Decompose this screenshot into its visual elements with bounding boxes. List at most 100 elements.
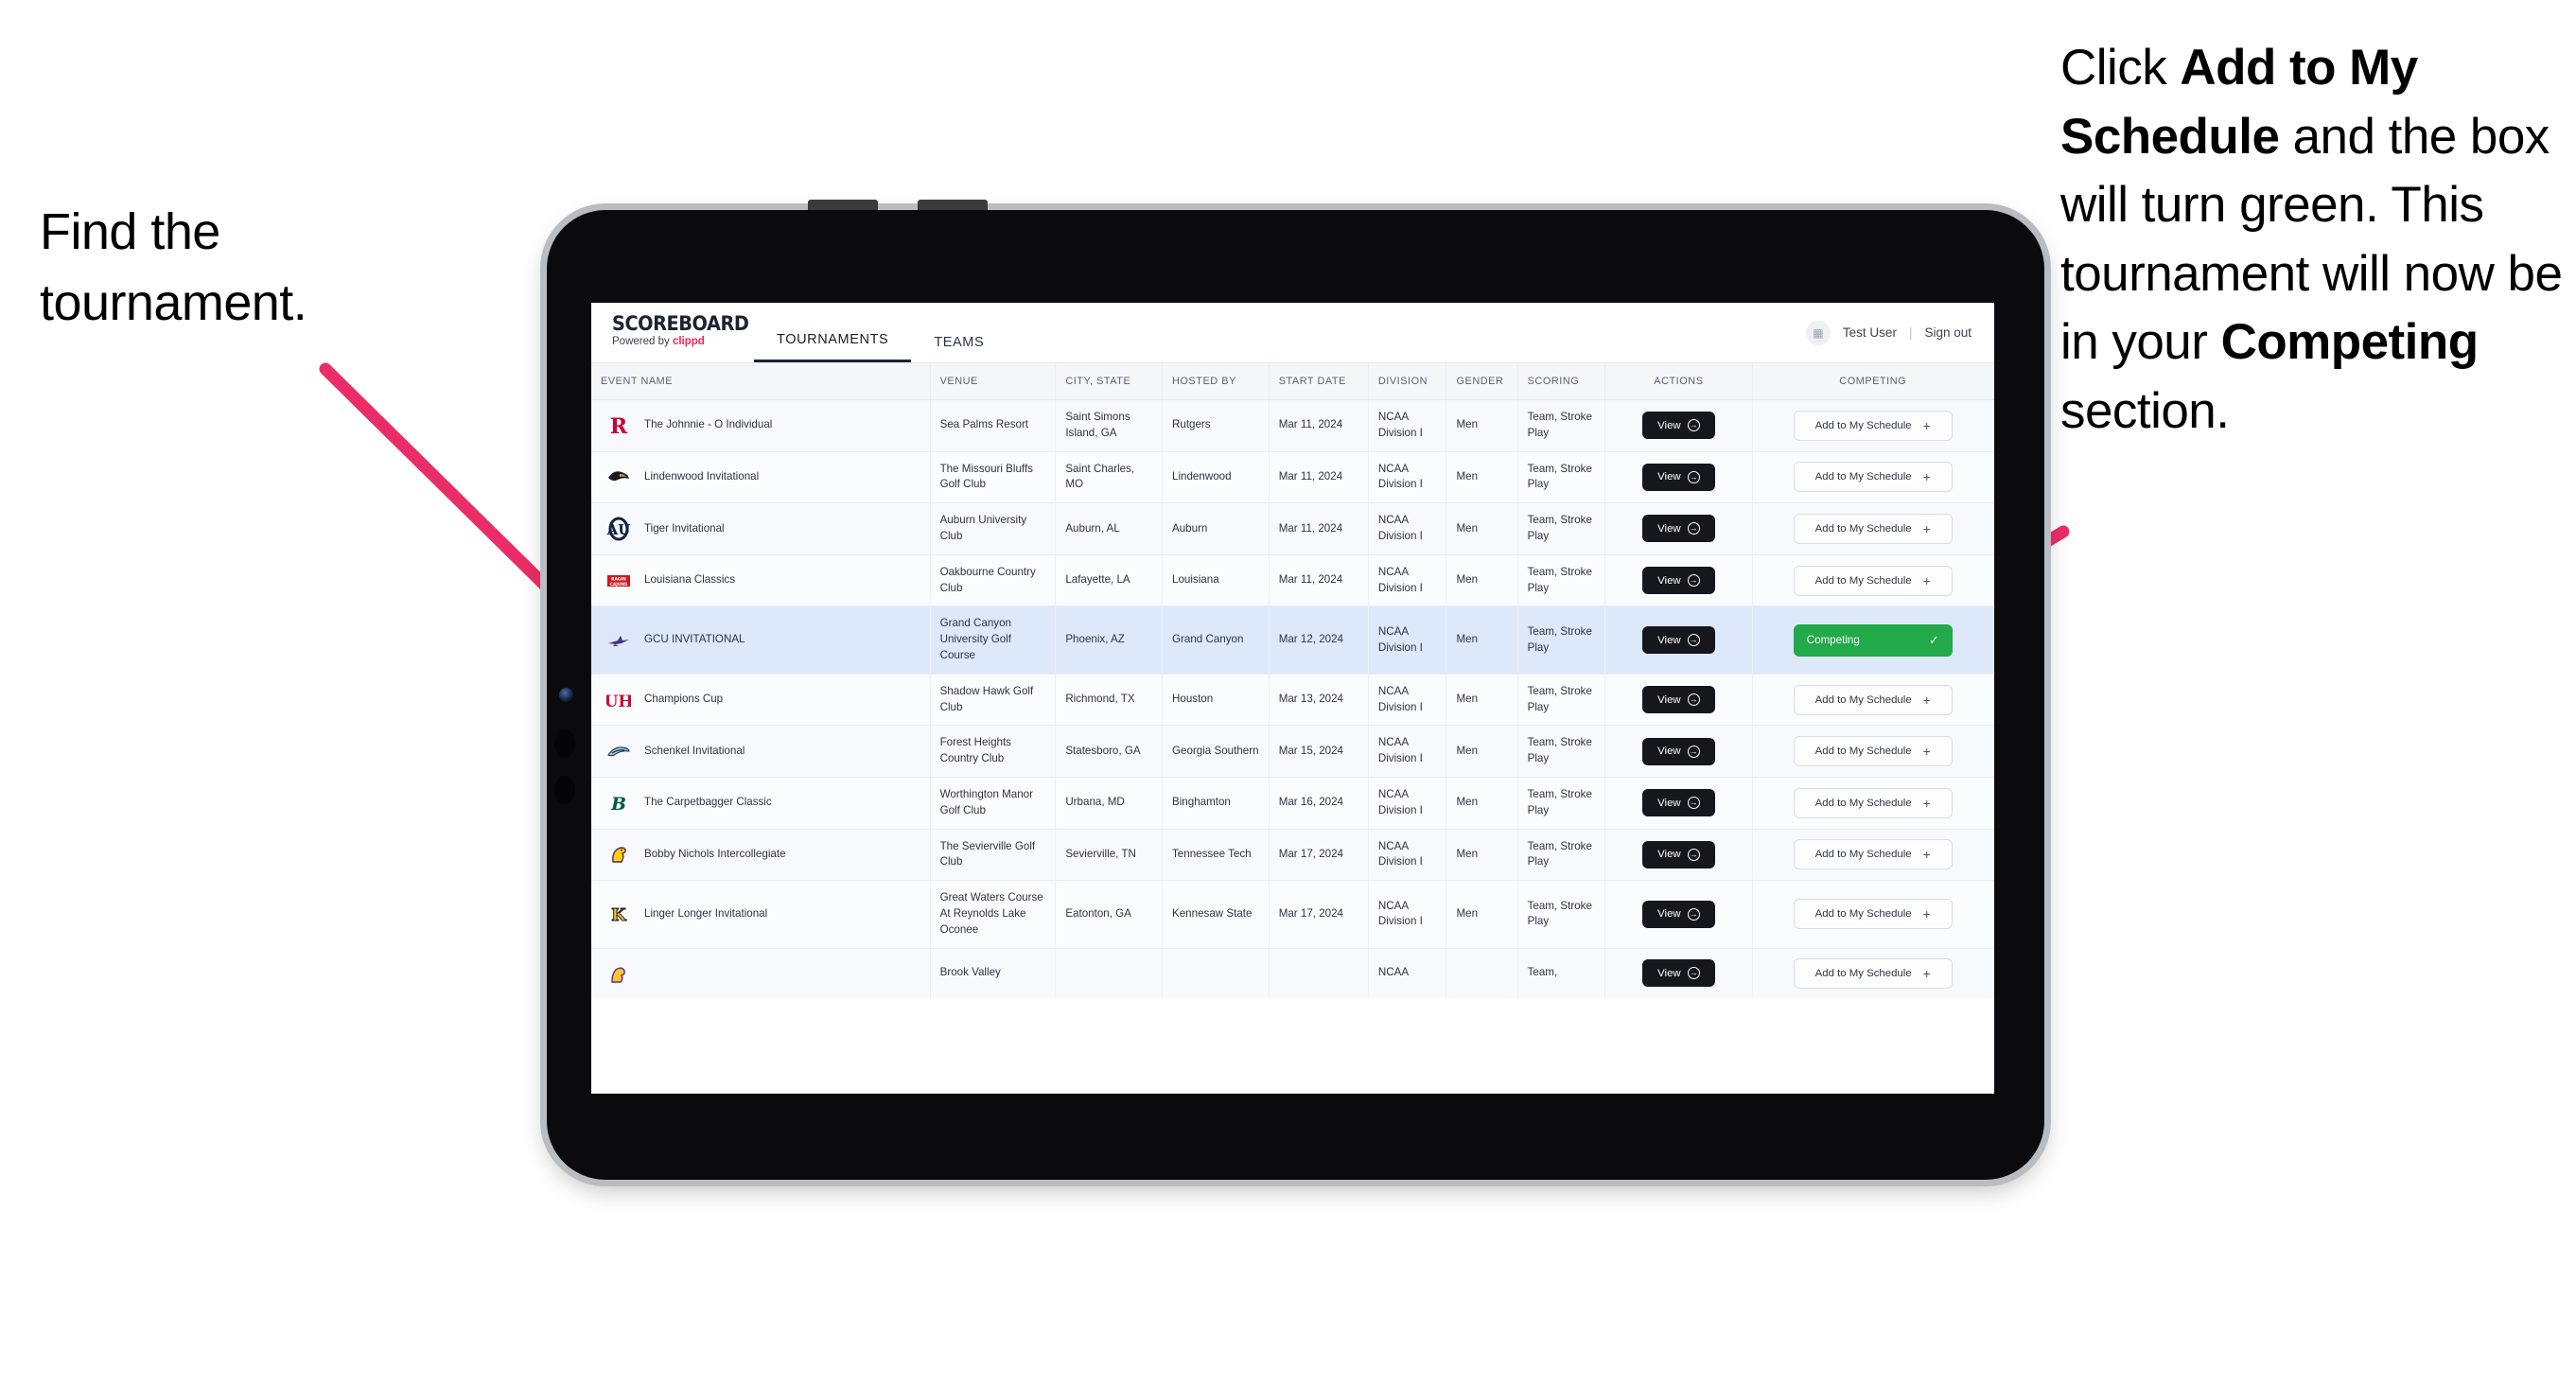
cell-scoring: Team, Stroke Play	[1517, 777, 1606, 830]
cell-actions: View →	[1604, 829, 1753, 882]
cell-start-date: Mar 16, 2024	[1269, 777, 1369, 830]
add-to-my-schedule-button[interactable]: Add to My Schedule +	[1793, 513, 1953, 544]
add-to-my-schedule-button[interactable]: Add to My Schedule +	[1793, 410, 1953, 441]
view-button[interactable]: View →	[1642, 463, 1715, 491]
side-button-lower[interactable]	[554, 776, 575, 804]
cell-event-name: K Linger Longer Invitational	[591, 880, 931, 949]
competing-status-button[interactable]: Competing ✓	[1793, 623, 1953, 657]
cell-competing: Add to My Schedule +	[1752, 829, 1994, 882]
table-row[interactable]: AU Tiger Invitational Auburn University Cl…	[591, 502, 1994, 555]
tab-teams[interactable]: TEAMS	[911, 335, 1007, 363]
tournaments-table: EVENT NAME VENUE CITY, STATE HOSTED BY S…	[591, 363, 1994, 998]
view-button[interactable]: View →	[1642, 789, 1715, 817]
cell-gender: Men	[1446, 880, 1518, 949]
cell-actions: View →	[1604, 725, 1753, 778]
gcu-logo	[606, 628, 631, 653]
view-button[interactable]: View →	[1642, 959, 1715, 988]
cell-actions: View →	[1604, 948, 1753, 998]
cell-start-date	[1269, 948, 1369, 998]
add-to-my-schedule-button[interactable]: Add to My Schedule +	[1793, 462, 1953, 493]
table-row[interactable]: R The Johnnie - O Individual Sea Palms Res…	[591, 399, 1994, 452]
cell-division: NCAA Division I	[1368, 502, 1447, 555]
cell-venue: Oakbourne Country Club	[930, 554, 1057, 607]
table-row[interactable]: Brook Valley NCAA Team, View → Add to My Sche…	[591, 948, 1994, 998]
add-to-my-schedule-button[interactable]: Add to My Schedule +	[1793, 684, 1953, 715]
table-header-row: EVENT NAME VENUE CITY, STATE HOSTED BY S…	[591, 363, 1994, 400]
check-icon: ✓	[1928, 632, 1939, 647]
col-start-date[interactable]: START DATE	[1269, 363, 1369, 400]
cell-scoring: Team, Stroke Play	[1517, 451, 1606, 504]
add-to-my-schedule-button[interactable]: Add to My Schedule +	[1793, 899, 1953, 930]
houston-logo: UH	[606, 688, 631, 712]
view-button[interactable]: View →	[1642, 900, 1715, 928]
add-to-my-schedule-button[interactable]: Add to My Schedule +	[1793, 565, 1953, 596]
add-to-my-schedule-button[interactable]: Add to My Schedule +	[1793, 787, 1953, 818]
view-button[interactable]: View →	[1642, 840, 1715, 868]
col-gender[interactable]: GENDER	[1446, 363, 1518, 400]
plus-icon: +	[1922, 417, 1931, 433]
cell-hosted-by: Grand Canyon	[1162, 605, 1270, 675]
sign-out-link[interactable]: Sign out	[1924, 325, 1971, 340]
col-division[interactable]: DIVISION	[1368, 363, 1447, 400]
cell-event-name: RAGIN CAJUNS Louisiana Classics	[591, 554, 931, 607]
table-row[interactable]: K Linger Longer Invitational Great Waters …	[591, 880, 1994, 949]
cell-city-state: Auburn, AL	[1055, 502, 1163, 555]
add-to-my-schedule-button[interactable]: Add to My Schedule +	[1793, 839, 1953, 870]
user-badge-icon[interactable]: ▦	[1805, 320, 1831, 345]
cell-event-name: Lindenwood Invitational	[591, 451, 931, 504]
cell-venue: Forest Heights Country Club	[930, 725, 1057, 778]
add-to-my-schedule-label: Add to My Schedule	[1814, 746, 1912, 758]
tab-tournaments[interactable]: TOURNAMENTS	[754, 332, 912, 362]
col-hosted-by[interactable]: HOSTED BY	[1162, 363, 1270, 400]
svg-text:AU: AU	[606, 521, 630, 538]
view-button[interactable]: View →	[1642, 515, 1715, 543]
table-row[interactable]: B The Carpetbagger Classic Worthington Man…	[591, 777, 1994, 830]
cell-city-state: Phoenix, AZ	[1055, 605, 1163, 675]
tennessee-tech-logo	[606, 842, 631, 867]
table-row[interactable]: RAGIN CAJUNS Louisiana Classics Oakbourne C…	[591, 554, 1994, 607]
page-root: Find the tournament. Click Add to My Sch…	[0, 0, 2576, 1386]
cell-start-date: Mar 11, 2024	[1269, 554, 1369, 607]
col-scoring[interactable]: SCORING	[1517, 363, 1606, 400]
col-venue[interactable]: VENUE	[930, 363, 1057, 400]
view-button-label: View	[1657, 908, 1681, 921]
table-row[interactable]: UH Champions Cup Shadow Hawk Golf Club Rich…	[591, 674, 1994, 727]
view-button[interactable]: View →	[1642, 412, 1715, 440]
cell-competing: Add to My Schedule +	[1752, 674, 1994, 727]
col-city-state[interactable]: CITY, STATE	[1055, 363, 1163, 400]
cell-gender: Men	[1446, 829, 1518, 882]
volume-up-button[interactable]	[808, 200, 878, 210]
view-button[interactable]: View →	[1642, 626, 1715, 655]
view-button[interactable]: View →	[1642, 567, 1715, 595]
col-event-name[interactable]: EVENT NAME	[591, 363, 931, 400]
tournaments-table-wrapper[interactable]: EVENT NAME VENUE CITY, STATE HOSTED BY S…	[591, 363, 1994, 1094]
add-to-my-schedule-button[interactable]: Add to My Schedule +	[1793, 736, 1953, 767]
col-actions: ACTIONS	[1604, 363, 1753, 400]
svg-text:UH: UH	[606, 693, 631, 711]
brand-logo[interactable]: SCOREBOARD Powered by clippd	[591, 303, 754, 362]
event-name-label: GCU INVITATIONAL	[644, 633, 745, 646]
view-button[interactable]: View →	[1642, 686, 1715, 714]
cell-city-state: Eatonton, GA	[1055, 880, 1163, 949]
table-row[interactable]: Lindenwood Invitational The Missouri Bluf…	[591, 451, 1994, 504]
annotation-text: section.	[2060, 383, 2230, 440]
side-button-upper[interactable]	[554, 729, 575, 758]
cell-competing: Add to My Schedule +	[1752, 880, 1994, 949]
view-button-label: View	[1657, 849, 1681, 861]
table-row[interactable]: Bobby Nichols Intercollegiate The Sevierv…	[591, 829, 1994, 882]
cell-start-date: Mar 12, 2024	[1269, 605, 1369, 675]
add-to-my-schedule-label: Add to My Schedule	[1814, 471, 1912, 483]
view-button[interactable]: View →	[1642, 737, 1715, 765]
table-row[interactable]: GCU INVITATIONAL Grand Canyon University …	[591, 605, 1994, 675]
svg-text:R: R	[610, 414, 628, 438]
cell-event-name: UH Champions Cup	[591, 674, 931, 727]
cell-venue: Worthington Manor Golf Club	[930, 777, 1057, 830]
volume-down-button[interactable]	[918, 200, 988, 210]
add-to-my-schedule-button[interactable]: Add to My Schedule +	[1793, 957, 1953, 989]
cell-event-name: AU Tiger Invitational	[591, 502, 931, 555]
table-row[interactable]: Schenkel Invitational Forest Heights Coun…	[591, 725, 1994, 778]
cell-city-state: Saint Charles, MO	[1055, 451, 1163, 504]
arrow-right-circle-icon: →	[1687, 745, 1700, 758]
plus-icon: +	[1922, 965, 1931, 981]
cell-scoring: Team, Stroke Play	[1517, 674, 1606, 727]
